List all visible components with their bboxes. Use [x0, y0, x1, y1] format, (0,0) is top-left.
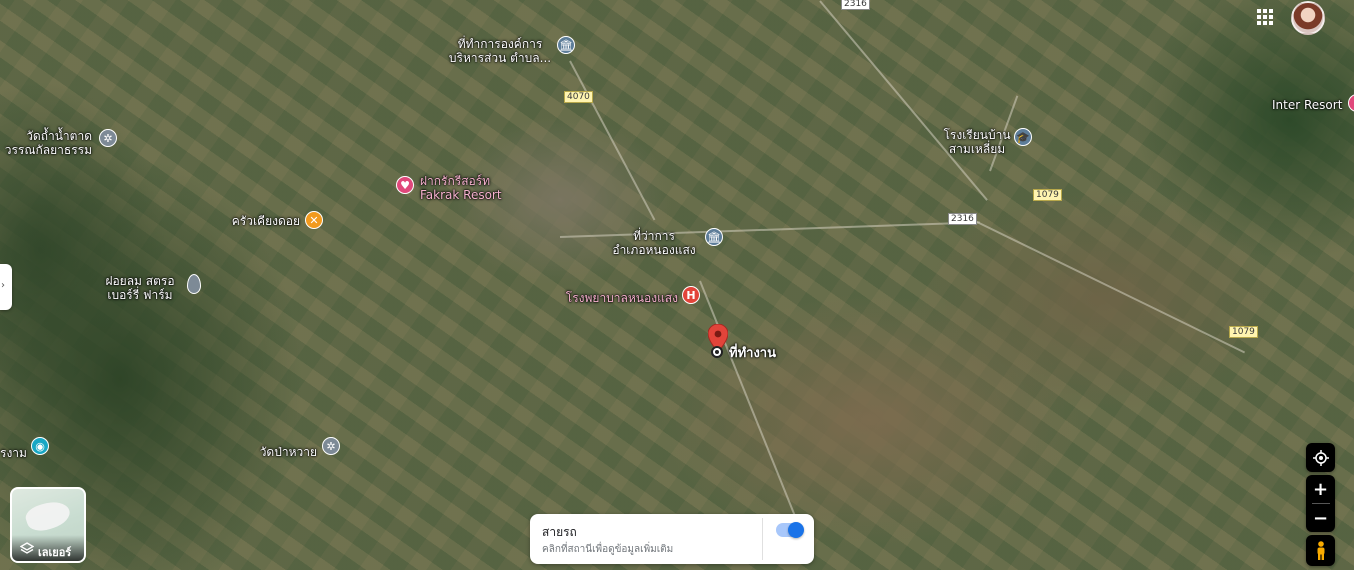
transit-panel-title: สายรถ — [542, 525, 577, 539]
satellite-map[interactable]: 2316 4070 1079 2316 1079 ที่ทำการองค์การ… — [0, 0, 1354, 570]
apps-grid-icon[interactable] — [1257, 9, 1273, 25]
place-label: สามเหลี่ยม — [948, 142, 1006, 156]
panel-divider — [762, 518, 763, 560]
road — [569, 60, 656, 221]
place-label: Fakrak Resort — [420, 188, 502, 202]
layers-label: เลเยอร์ — [38, 546, 72, 559]
school-icon: 🎓 — [1014, 128, 1032, 146]
workplace-pin-icon — [711, 346, 723, 358]
side-panel-toggle[interactable]: › — [0, 264, 12, 310]
place-label: เบอร์รี่ ฟาร์ม — [107, 288, 173, 302]
zoom-out-button[interactable]: − — [1306, 504, 1335, 532]
road-shield: 4070 — [564, 91, 593, 103]
place-label: ที่ว่าการ — [633, 229, 675, 243]
road-shield: 1079 — [1229, 326, 1258, 338]
transit-toggle[interactable] — [776, 522, 804, 538]
transit-panel-subtitle: คลิกที่สถานีเพื่อดูข้อมูลเพิ่มเติม — [542, 544, 674, 555]
street-view-pegman-button[interactable] — [1306, 535, 1335, 566]
road — [819, 0, 988, 201]
road — [699, 280, 799, 523]
place-label: วัดป่าหวาย — [259, 445, 317, 459]
pegman-icon — [1317, 540, 1324, 560]
road-shield: 1079 — [1033, 189, 1062, 201]
place-label: วรรณกัลยาธรรม — [4, 143, 92, 157]
transit-info-panel: สายรถ คลิกที่สถานีเพื่อดูข้อมูลเพิ่มเติม — [530, 514, 814, 564]
crosshair-icon — [1312, 449, 1329, 466]
place-label: ครัวเคียงดอย — [231, 214, 300, 228]
avatar[interactable] — [1291, 1, 1325, 35]
place-label: ฝอยลม สตรอ — [105, 274, 175, 288]
place-label: วัดถ้ำน้ำตาด — [26, 129, 92, 143]
place-label: ที่ทำงาน — [729, 346, 776, 361]
layers-icon — [20, 542, 34, 554]
camera-icon: ◉ — [31, 437, 49, 455]
road-shield: 2316 — [841, 0, 870, 10]
hotel-icon — [1348, 94, 1354, 112]
government-icon: 🏛 — [557, 36, 575, 54]
zoom-controls: + − — [1306, 475, 1335, 532]
road — [974, 220, 1246, 354]
place-label: รงาม — [0, 446, 27, 460]
place-label: อำเภอหนองแสง — [612, 243, 696, 257]
place-label: โรงพยาบาลหนองแสง — [565, 291, 678, 305]
place-label: Inter Resort — [1272, 98, 1343, 112]
place-label: บริหารส่วน ตำบล... — [448, 51, 552, 65]
place-label: ที่ทำการองค์การ — [457, 37, 543, 51]
hospital-icon: H — [682, 286, 700, 304]
restaurant-icon: ✕ — [305, 211, 323, 229]
place-label: ฝากรักรีสอร์ท — [420, 174, 491, 188]
layers-button[interactable]: เลเยอร์ — [10, 487, 86, 563]
pin-icon — [187, 274, 201, 294]
government-icon: 🏛 — [705, 228, 723, 246]
chevron-right-icon: › — [1, 280, 5, 291]
temple-icon: ✲ — [322, 437, 340, 455]
road-shield: 2316 — [948, 213, 977, 225]
place-label: โรงเรียนบ้าน — [943, 128, 1011, 142]
zoom-in-button[interactable]: + — [1306, 475, 1335, 503]
my-location-button[interactable] — [1306, 443, 1335, 472]
hotel-icon: ♥ — [396, 176, 414, 194]
temple-icon: ✲ — [99, 129, 117, 147]
